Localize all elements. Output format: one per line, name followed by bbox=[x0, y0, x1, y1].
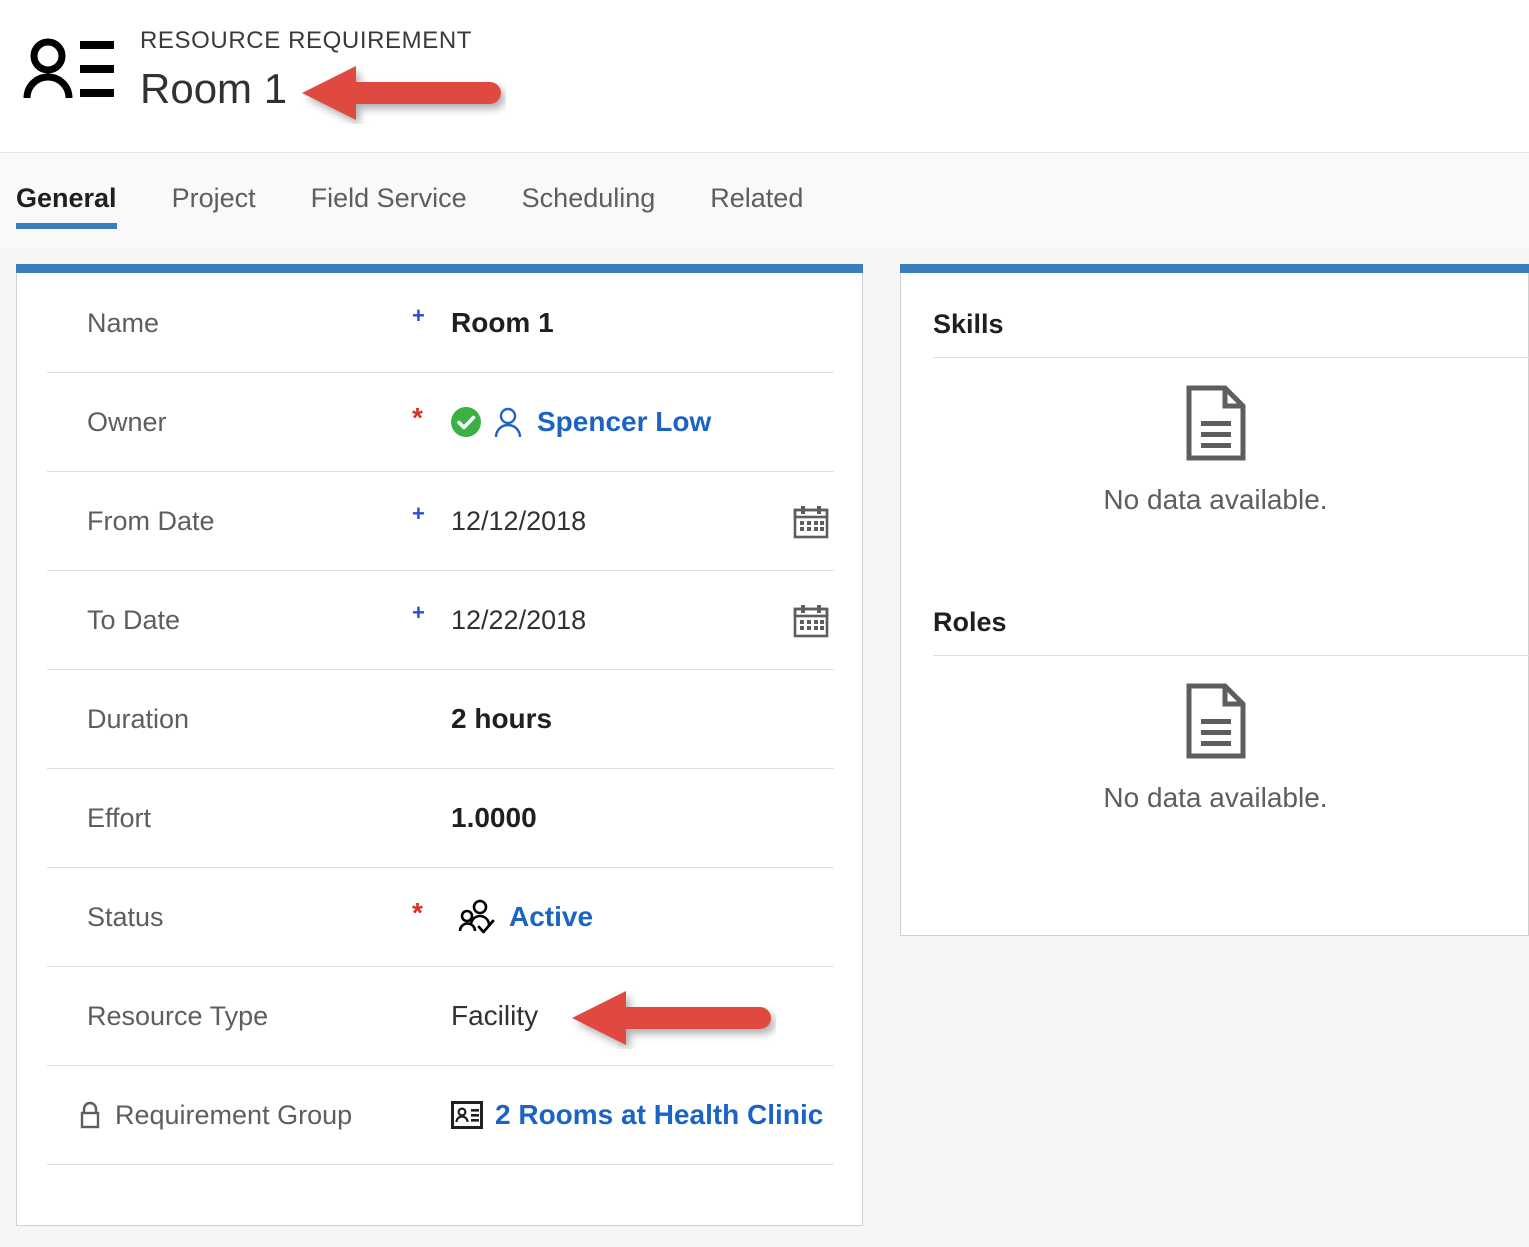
field-label-from-date: From Date bbox=[87, 504, 215, 538]
document-icon bbox=[1185, 683, 1247, 759]
calendar-icon[interactable] bbox=[792, 504, 830, 540]
field-row-name[interactable]: Name + Room 1 bbox=[47, 274, 834, 373]
field-label-effort: Effort bbox=[87, 801, 151, 835]
required-marker-owner: * bbox=[412, 402, 423, 433]
document-icon bbox=[1185, 385, 1247, 461]
field-label-duration: Duration bbox=[87, 702, 189, 736]
general-form-panel: Name + Room 1 Owner * Spencer Low From D… bbox=[16, 264, 863, 1226]
form-tab-bar: General Project Field Service Scheduling… bbox=[0, 152, 1529, 249]
field-value-from-date[interactable]: 12/12/2018 bbox=[451, 504, 586, 538]
header-text-block: RESOURCE REQUIREMENT Room 1 bbox=[140, 26, 472, 116]
tab-list: General Project Field Service Scheduling… bbox=[16, 181, 858, 229]
subgrid-title-skills: Skills bbox=[933, 309, 1004, 339]
empty-state-text-roles: No data available. bbox=[1103, 782, 1328, 813]
field-row-effort[interactable]: Effort 1.0000 bbox=[47, 769, 834, 868]
field-value-status[interactable]: Active bbox=[457, 899, 593, 935]
subgrid-divider bbox=[933, 357, 1529, 358]
id-badge-icon bbox=[451, 1101, 483, 1129]
field-label-from-date-text: From Date bbox=[87, 506, 215, 536]
field-label-requirement-group-text: Requirement Group bbox=[115, 1100, 353, 1130]
panel-accent-bar bbox=[16, 264, 863, 273]
field-label-to-date: To Date bbox=[87, 603, 180, 637]
related-subgrids-panel: Skills No data available. Roles No data … bbox=[900, 264, 1529, 936]
people-check-icon bbox=[457, 899, 497, 935]
status-link-text[interactable]: Active bbox=[509, 900, 593, 934]
green-check-icon bbox=[451, 407, 481, 437]
field-row-resource-type[interactable]: Resource Type Facility bbox=[47, 967, 834, 1066]
field-label-owner: Owner bbox=[87, 405, 167, 439]
field-row-owner[interactable]: Owner * Spencer Low bbox=[47, 373, 834, 472]
page-title: Room 1 bbox=[140, 65, 288, 112]
field-row-duration[interactable]: Duration 2 hours bbox=[47, 670, 834, 769]
record-header: RESOURCE REQUIREMENT Room 1 bbox=[0, 0, 1529, 152]
required-marker-status: * bbox=[412, 897, 423, 928]
field-label-name: Name bbox=[87, 306, 159, 340]
owner-person-icon bbox=[491, 405, 525, 439]
field-value-name[interactable]: Room 1 bbox=[451, 306, 554, 340]
field-label-resource-type-text: Resource Type bbox=[87, 1001, 269, 1031]
entity-type-label: RESOURCE REQUIREMENT bbox=[140, 27, 473, 54]
owner-link-text[interactable]: Spencer Low bbox=[537, 405, 711, 439]
empty-state-roles: No data available. bbox=[901, 683, 1529, 815]
panel-accent-bar bbox=[900, 264, 1529, 273]
tab-project[interactable]: Project bbox=[172, 181, 256, 229]
calendar-icon[interactable] bbox=[792, 603, 830, 639]
field-label-name-text: Name bbox=[87, 308, 160, 338]
field-value-resource-type[interactable]: Facility bbox=[451, 999, 538, 1033]
empty-state-text-skills: No data available. bbox=[1103, 484, 1328, 515]
field-label-status: Status bbox=[87, 900, 164, 934]
field-value-requirement-group[interactable]: 2 Rooms at Health Clinic bbox=[451, 1098, 823, 1132]
contact-card-icon bbox=[18, 36, 114, 104]
field-value-duration[interactable]: 2 hours bbox=[451, 702, 552, 736]
field-label-requirement-group: Requirement Group bbox=[77, 1098, 352, 1132]
subgrid-skills: Skills No data available. bbox=[901, 307, 1529, 605]
field-row-from-date[interactable]: From Date + 12/12/2018 bbox=[47, 472, 834, 571]
subgrid-roles: Roles No data available. bbox=[901, 605, 1529, 905]
field-row-requirement-group[interactable]: Requirement Group 2 Rooms at Health Clin… bbox=[47, 1066, 834, 1165]
tab-general[interactable]: General bbox=[16, 181, 117, 229]
tab-scheduling[interactable]: Scheduling bbox=[522, 181, 656, 229]
subgrid-divider bbox=[933, 655, 1529, 656]
requirement-group-link-text[interactable]: 2 Rooms at Health Clinic bbox=[495, 1098, 823, 1132]
optional-marker-name: + bbox=[412, 303, 425, 328]
tab-field-service[interactable]: Field Service bbox=[311, 181, 467, 229]
field-label-owner-text: Owner bbox=[87, 407, 167, 437]
field-value-effort[interactable]: 1.0000 bbox=[451, 801, 537, 835]
optional-marker-from-date: + bbox=[412, 501, 425, 526]
field-value-owner[interactable]: Spencer Low bbox=[451, 405, 711, 439]
empty-state-skills: No data available. bbox=[901, 385, 1529, 517]
lock-icon bbox=[77, 1100, 103, 1130]
field-value-to-date[interactable]: 12/22/2018 bbox=[451, 603, 586, 637]
field-label-resource-type: Resource Type bbox=[87, 999, 268, 1033]
field-label-effort-text: Effort bbox=[87, 803, 152, 833]
subgrid-title-roles: Roles bbox=[933, 607, 1007, 637]
form-field-list: Name + Room 1 Owner * Spencer Low From D… bbox=[17, 274, 864, 1165]
optional-marker-to-date: + bbox=[412, 600, 425, 625]
field-label-duration-text: Duration bbox=[87, 704, 190, 734]
field-row-to-date[interactable]: To Date + 12/22/2018 bbox=[47, 571, 834, 670]
field-label-to-date-text: To Date bbox=[87, 605, 181, 635]
field-label-status-text: Status bbox=[87, 902, 164, 932]
tab-related[interactable]: Related bbox=[710, 181, 803, 229]
field-row-status[interactable]: Status * Active bbox=[47, 868, 834, 967]
